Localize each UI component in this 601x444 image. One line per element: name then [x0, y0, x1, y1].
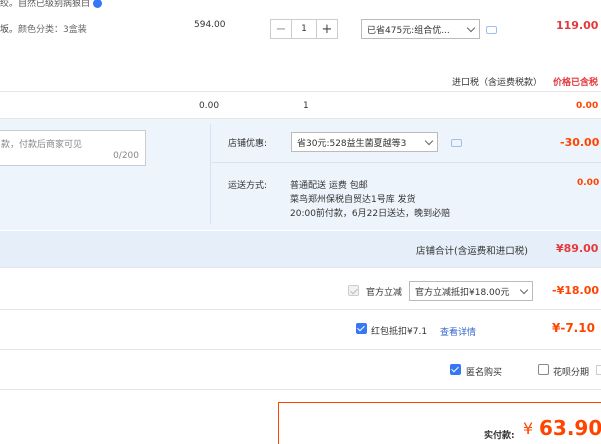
shipping-eta: 20:00前付款，6月22日送达，晚到必赔: [290, 209, 451, 219]
tax-included-note: 价格已含税: [553, 78, 599, 88]
tax-quantity: 1: [303, 101, 309, 111]
official-discount-amount: -¥18.00: [552, 284, 600, 297]
shop-discount-select[interactable]: 省30元:528益生菌夏越等3: [291, 132, 438, 152]
shipping-label: 运送方式:: [228, 181, 268, 191]
quantity-input[interactable]: 1: [291, 20, 317, 38]
anonymous-checkbox[interactable]: [450, 364, 461, 375]
payment-currency: ¥: [523, 419, 534, 438]
import-tax-label: 进口税（含运费税款）: [452, 78, 543, 88]
payment-label: 实付款:: [484, 431, 515, 441]
official-discount-label: 官方立减: [366, 288, 403, 298]
hongbao-amount: ¥-7.10: [552, 321, 595, 335]
huabei-checkbox[interactable]: [538, 364, 549, 375]
official-discount-select[interactable]: 官方立减抵扣¥18.00元: [409, 281, 533, 301]
shipping-warehouse: 菜鸟郑州保税自贸达1号库 发货: [290, 195, 416, 205]
message-counter: 0/200: [113, 151, 139, 161]
huabei-icon: [596, 365, 601, 375]
payment-total: 63.90: [539, 416, 601, 440]
tax-amount: 0.00: [199, 101, 220, 111]
chat-icon[interactable]: [451, 139, 462, 147]
chevron-down-icon: [519, 285, 529, 295]
shop-total-value: ¥89.00: [556, 242, 599, 255]
chevron-down-icon: [424, 136, 434, 146]
quantity-stepper[interactable]: − 1 +: [270, 19, 338, 39]
hongbao-checkbox[interactable]: [356, 323, 367, 334]
message-textarea[interactable]: 款，付款后商家可见 0/200: [0, 130, 146, 166]
info-icon: [92, 0, 102, 8]
item-subtotal: 119.00: [556, 19, 599, 32]
item-promo-select[interactable]: 已省475元:组合优...: [361, 19, 480, 39]
anonymous-label: 匿名购买: [466, 368, 503, 378]
huabei-label: 花呗分期: [553, 368, 590, 378]
shipping-methods: 普通配送 运费 包邮: [290, 181, 368, 191]
chevron-down-icon: [466, 23, 476, 33]
chat-icon[interactable]: [486, 26, 497, 34]
tax-total: 0.00: [576, 101, 599, 111]
shop-discount-label: 店铺优惠:: [228, 139, 268, 149]
item-spec: 坂。颜色分类：3盒装: [0, 25, 87, 35]
official-discount-checkbox[interactable]: [348, 285, 359, 296]
hongbao-detail-link[interactable]: 查看详情: [440, 325, 476, 338]
message-placeholder: 款，付款后商家可见: [1, 140, 83, 150]
top-title-fragment: 绞。自然已级别病狠白: [0, 0, 102, 9]
increase-button[interactable]: +: [317, 20, 337, 38]
unit-price: 594.00: [194, 20, 226, 30]
shop-total-label: 店铺合计(含运费和进口税): [416, 246, 528, 257]
shipping-amount: 0.00: [577, 178, 600, 188]
shop-discount-amount: -30.00: [560, 136, 600, 149]
hongbao-label: 红包抵扣¥7.1: [371, 327, 428, 337]
decrease-button[interactable]: −: [271, 20, 291, 38]
